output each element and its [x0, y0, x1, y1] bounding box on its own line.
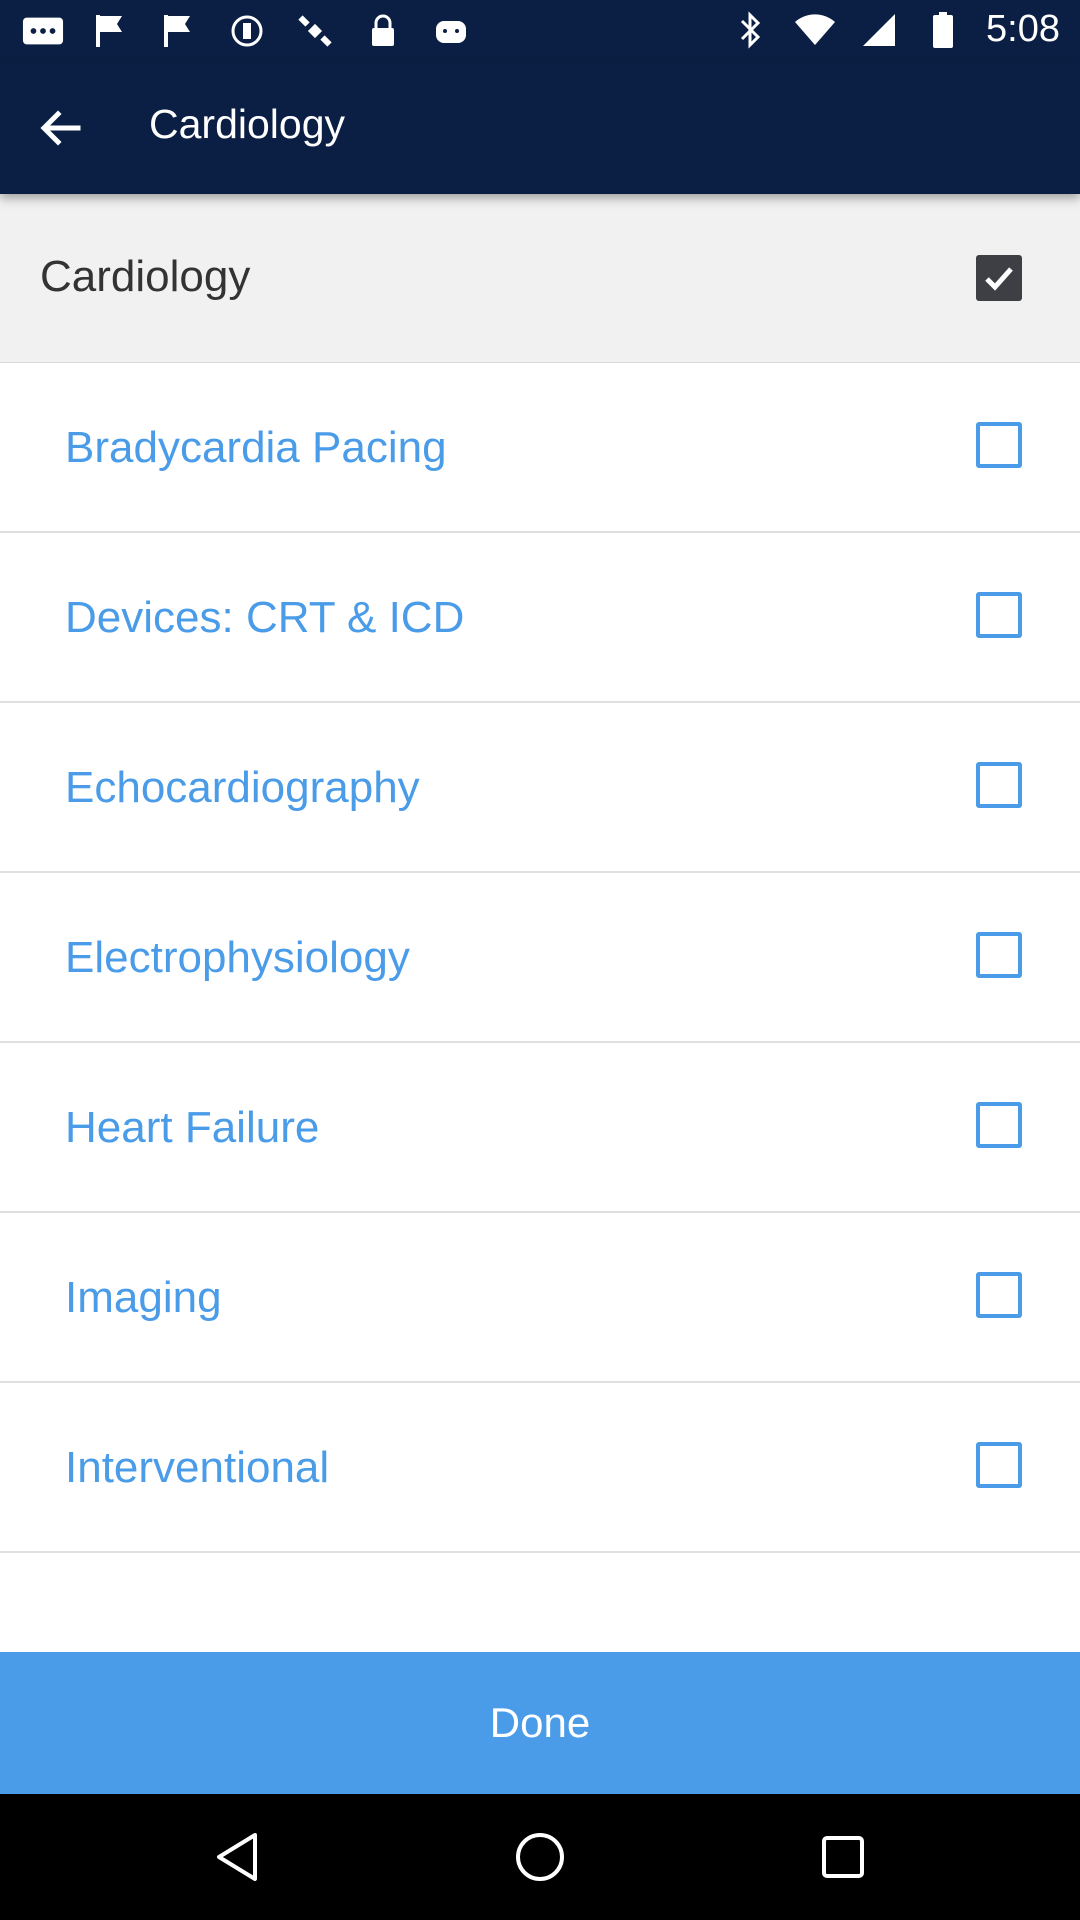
- satellite-icon: [294, 10, 336, 52]
- status-bar: 5:08: [0, 0, 1080, 63]
- list-item[interactable]: Electrophysiology: [0, 873, 1080, 1043]
- item-checkbox[interactable]: [976, 422, 1022, 468]
- app-bar: Cardiology: [0, 63, 1080, 194]
- home-circle-icon[interactable]: [510, 1827, 570, 1887]
- list-item-label: Electrophysiology: [65, 933, 410, 982]
- parent-category-label: Cardiology: [40, 252, 251, 301]
- list-item[interactable]: Bradycardia Pacing: [0, 363, 1080, 533]
- item-checkbox[interactable]: [976, 762, 1022, 808]
- subcategory-list: Bradycardia Pacing Devices: CRT & ICD Ec…: [0, 363, 1080, 1553]
- list-item[interactable]: Devices: CRT & ICD: [0, 533, 1080, 703]
- status-right-icons: 5:08: [730, 8, 1060, 51]
- flag-icon: [158, 10, 200, 52]
- list-item[interactable]: Heart Failure: [0, 1043, 1080, 1213]
- status-time: 5:08: [986, 8, 1060, 50]
- list-item-label: Bradycardia Pacing: [65, 423, 447, 472]
- list-item[interactable]: Imaging: [0, 1213, 1080, 1383]
- item-checkbox[interactable]: [976, 1272, 1022, 1318]
- item-checkbox[interactable]: [976, 932, 1022, 978]
- back-button[interactable]: [20, 88, 100, 168]
- status-left-icons: [22, 10, 472, 52]
- recents-square-icon[interactable]: [813, 1827, 873, 1887]
- parent-checkbox[interactable]: [976, 255, 1022, 301]
- android-icon: [430, 10, 472, 52]
- list-item-label: Devices: CRT & ICD: [65, 593, 465, 642]
- arrow-back-icon: [40, 110, 81, 146]
- back-triangle-icon[interactable]: [207, 1827, 267, 1887]
- more-icon: [22, 10, 64, 52]
- list-item[interactable]: Interventional: [0, 1383, 1080, 1553]
- page-title: Cardiology: [149, 101, 345, 147]
- lock-icon: [362, 10, 404, 52]
- battery-icon: [922, 9, 964, 51]
- flag-icon: [90, 10, 132, 52]
- wifi-icon: [794, 9, 836, 51]
- navigation-bar: [0, 1794, 1080, 1920]
- list-item-label: Imaging: [65, 1273, 222, 1322]
- item-checkbox[interactable]: [976, 1102, 1022, 1148]
- bluetooth-icon: [730, 9, 772, 51]
- list-item-label: Echocardiography: [65, 763, 420, 812]
- item-checkbox[interactable]: [976, 1442, 1022, 1488]
- signal-icon: [858, 9, 900, 51]
- item-checkbox[interactable]: [976, 592, 1022, 638]
- checkmark-icon: [985, 267, 1013, 291]
- parent-category-row[interactable]: Cardiology: [0, 194, 1080, 364]
- circle-icon: [226, 10, 268, 52]
- list-item[interactable]: Echocardiography: [0, 703, 1080, 873]
- list-item-label: Heart Failure: [65, 1103, 320, 1152]
- done-button[interactable]: Done: [0, 1652, 1080, 1794]
- list-item-label: Interventional: [65, 1443, 330, 1492]
